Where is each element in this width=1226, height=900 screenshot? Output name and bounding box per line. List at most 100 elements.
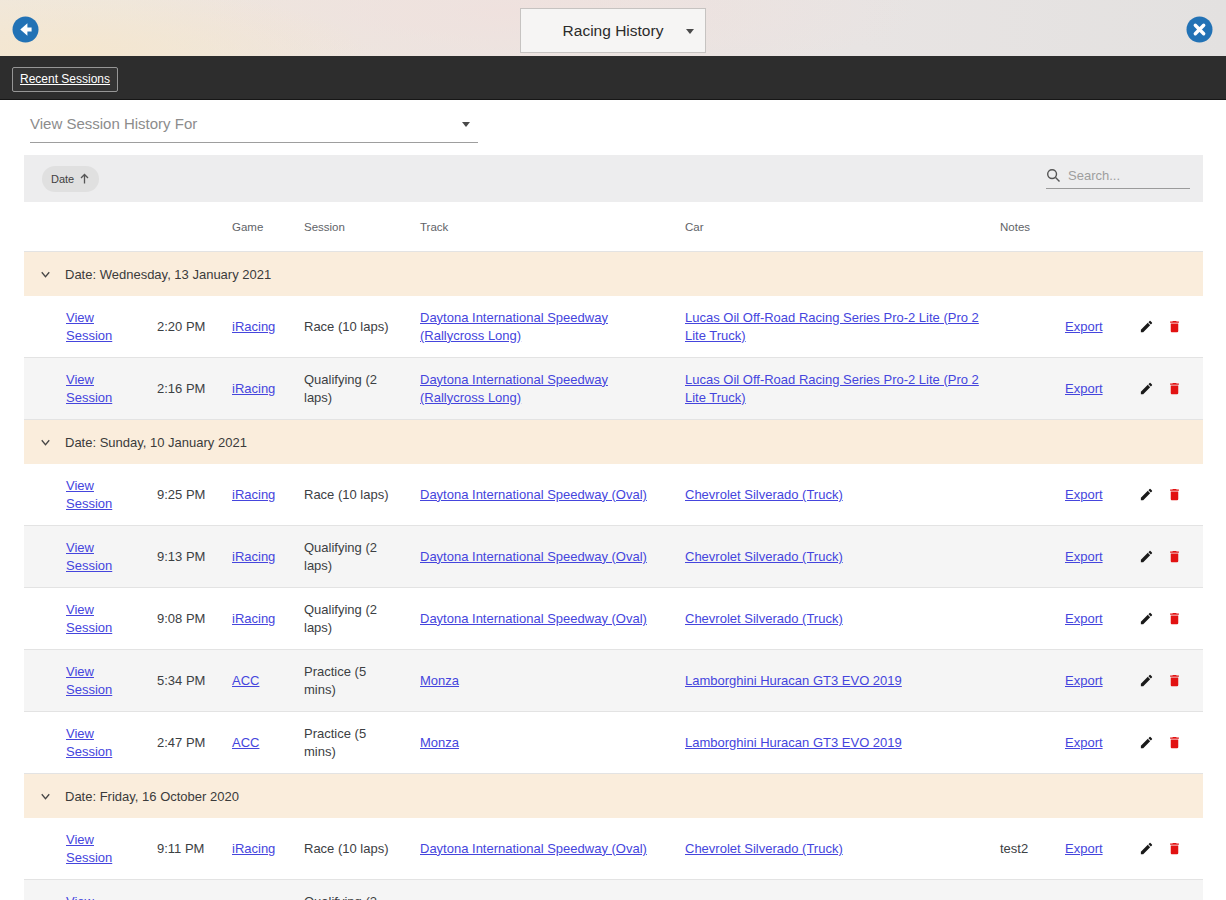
edit-session-button[interactable] [1139,673,1154,688]
session-row: View Session5:34 PMACCPractice (5 mins)M… [24,650,1203,712]
view-session-link[interactable]: View Session [66,893,133,900]
date-group-header[interactable]: Date: Friday, 16 October 2020 [24,774,1203,818]
close-button[interactable] [1186,16,1213,43]
session-type: Race (10 laps) [304,840,389,858]
delete-session-button[interactable] [1167,673,1182,688]
car-link[interactable]: Lucas Oil Off-Road Racing Series Pro-2 L… [685,371,983,407]
date-group-label: Date: Wednesday, 13 January 2021 [65,267,271,282]
edit-pencil-icon [1139,549,1154,564]
date-group-header[interactable]: Date: Sunday, 10 January 2021 [24,420,1203,464]
sort-chip-date[interactable]: Date [42,166,99,192]
view-session-link[interactable]: View Session [66,477,133,513]
track-link[interactable]: Daytona International Speedway (Rallycro… [420,371,655,407]
delete-session-button[interactable] [1167,841,1182,856]
delete-session-button[interactable] [1167,319,1182,334]
date-group-label: Date: Sunday, 10 January 2021 [65,435,247,450]
view-session-link[interactable]: View Session [66,663,133,699]
session-type: Qualifying (2 laps) [304,893,394,900]
session-history-for-select[interactable]: View Session History For [30,115,478,143]
delete-session-button[interactable] [1167,611,1182,626]
delete-session-button[interactable] [1167,487,1182,502]
chevron-down-icon [686,29,694,34]
delete-trash-icon [1167,611,1182,626]
track-link[interactable]: Daytona International Speedway (Oval) [420,840,647,858]
column-header-session: Session [304,202,404,251]
car-link[interactable]: Lamborghini Huracan GT3 EVO 2019 [685,672,902,690]
edit-session-button[interactable] [1139,381,1154,396]
edit-session-button[interactable] [1139,487,1154,502]
edit-session-button[interactable] [1139,841,1154,856]
session-type: Qualifying (2 laps) [304,371,394,407]
track-link[interactable]: Daytona International Speedway (Oval) [420,486,647,504]
edit-pencil-icon [1139,381,1154,396]
edit-pencil-icon [1139,487,1154,502]
track-link[interactable]: Monza [420,672,459,690]
export-link[interactable]: Export [1065,380,1103,398]
export-link[interactable]: Export [1065,672,1103,690]
chevron-down-icon [38,789,53,804]
track-link[interactable]: Daytona International Speedway (Oval) [420,610,647,628]
edit-session-button[interactable] [1139,611,1154,626]
view-session-link[interactable]: View Session [66,831,133,867]
session-type: Qualifying (2 laps) [304,601,394,637]
date-group-header[interactable]: Date: Wednesday, 13 January 2021 [24,252,1203,296]
view-session-link[interactable]: View Session [66,309,133,345]
game-link[interactable]: iRacing [232,486,275,504]
view-session-link[interactable]: View Session [66,601,133,637]
car-link[interactable]: Chevrolet Silverado (Truck) [685,610,843,628]
view-session-link[interactable]: View Session [66,725,133,761]
edit-session-button[interactable] [1139,549,1154,564]
session-row: View Session 2:47 PM ACC Practice (5 mins) M… [24,712,1203,774]
car-link[interactable]: Lucas Oil Off-Road Racing Series Pro-2 L… [685,309,983,345]
game-link[interactable]: ACC [232,672,259,690]
game-link[interactable]: iRacing [232,548,275,566]
sessions-table: Date Game Session Track Car Notes Date: … [24,155,1203,900]
game-link[interactable]: iRacing [232,380,275,398]
export-link[interactable]: Export [1065,548,1103,566]
track-link[interactable]: Daytona International Speedway (Rallycro… [420,309,655,345]
sort-ascending-icon [79,173,90,185]
delete-session-button[interactable] [1167,735,1182,750]
recent-sessions-tab[interactable]: Recent Sessions [12,67,118,92]
export-link[interactable]: Export [1065,840,1103,858]
delete-trash-icon [1167,319,1182,334]
edit-pencil-icon [1139,841,1154,856]
chevron-down-icon [38,435,53,450]
page-title: Racing History [563,22,664,40]
edit-session-button[interactable] [1139,319,1154,334]
view-session-link[interactable]: View Session [66,539,133,575]
game-link[interactable]: iRacing [232,318,275,336]
track-link[interactable]: Monza [420,734,459,752]
session-type: Race (10 laps) [304,318,389,336]
delete-trash-icon [1167,549,1182,564]
car-link[interactable]: Chevrolet Silverado (Truck) [685,486,843,504]
edit-session-button[interactable] [1139,735,1154,750]
game-link[interactable]: iRacing [232,840,275,858]
car-link[interactable]: Lamborghini Huracan GT3 EVO 2019 [685,734,902,752]
view-session-link[interactable]: View Session [66,371,133,407]
session-table-body: Date: Wednesday, 13 January 2021 View Ses… [24,252,1203,900]
session-time: 2:47 PM [157,734,205,752]
track-link[interactable]: Daytona International Speedway (Oval) [420,548,647,566]
export-link[interactable]: Export [1065,610,1103,628]
export-link[interactable]: Export [1065,318,1103,336]
car-link[interactable]: Chevrolet Silverado (Truck) [685,548,843,566]
delete-session-button[interactable] [1167,381,1182,396]
export-link[interactable]: Export [1065,486,1103,504]
game-link[interactable]: iRacing [232,610,275,628]
export-link[interactable]: Export [1065,734,1103,752]
session-type: Practice (5 mins) [304,725,394,761]
session-time: 9:11 PM [157,840,204,858]
column-header-track: Track [404,202,685,251]
session-history-for-label: View Session History For [30,115,197,132]
date-group-label: Date: Friday, 16 October 2020 [65,789,239,804]
page-title-select[interactable]: Racing History [520,8,706,53]
top-bar: Racing History [0,0,1226,56]
car-link[interactable]: Chevrolet Silverado (Truck) [685,840,843,858]
game-link[interactable]: ACC [232,734,259,752]
delete-trash-icon [1167,487,1182,502]
back-button[interactable] [12,16,39,43]
edit-pencil-icon [1139,735,1154,750]
delete-session-button[interactable] [1167,549,1182,564]
search-input[interactable] [1068,168,1178,183]
